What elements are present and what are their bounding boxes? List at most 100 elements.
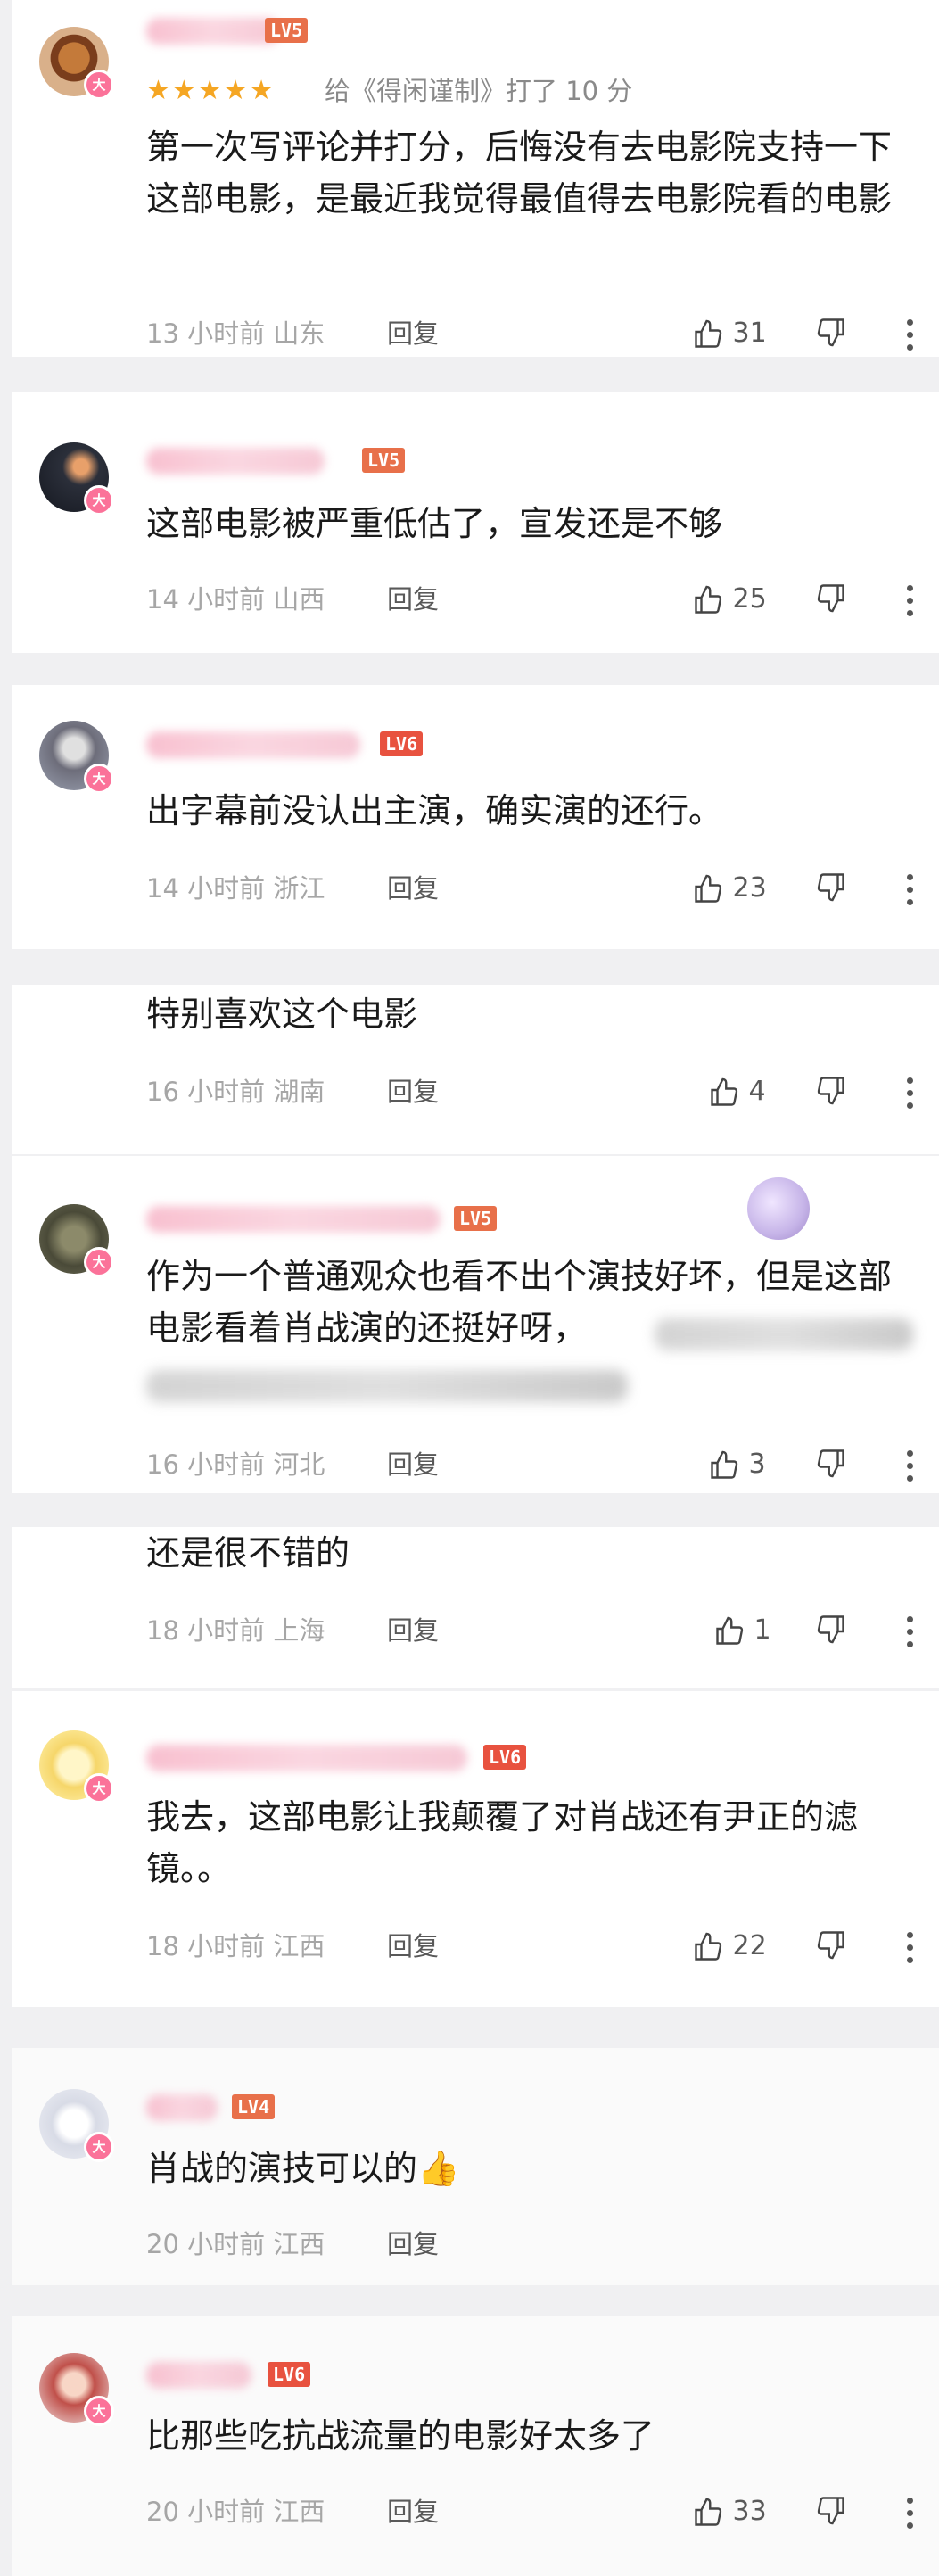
username-blurred[interactable]	[146, 731, 360, 758]
avatar[interactable]: 大	[39, 27, 114, 100]
vip-badge: 大	[84, 1247, 114, 1277]
vip-badge: 大	[84, 764, 114, 794]
comment-meta: 13 小时前 山东	[146, 318, 325, 349]
more-menu-button[interactable]	[907, 1450, 914, 1488]
level-badge: LV6	[268, 2362, 311, 2387]
like-button[interactable]: 25	[692, 582, 767, 617]
avatar[interactable]: 大	[39, 721, 114, 794]
vip-badge: 大	[84, 70, 114, 100]
comment-text: 特别喜欢这个电影	[146, 995, 418, 1034]
avatar[interactable]: 大	[39, 2089, 114, 2162]
reply-button[interactable]: 回复	[387, 1074, 439, 1110]
level-badge: LV5	[362, 448, 406, 473]
comment-meta: 14 小时前 浙江	[146, 873, 325, 904]
thumbs-down-icon	[817, 318, 844, 347]
comment-meta: 18 小时前 江西	[146, 1931, 325, 1961]
dislike-button[interactable]	[815, 582, 847, 614]
thumbs-down-icon	[817, 584, 844, 613]
like-count: 25	[732, 583, 767, 615]
level-badge: LV5	[265, 18, 309, 43]
username-blurred[interactable]	[146, 18, 280, 45]
decoration-sticker	[747, 1177, 810, 1240]
dislike-button[interactable]	[815, 2494, 847, 2526]
level-badge: LV5	[454, 1206, 498, 1231]
rating-stars: ★★★★★	[146, 75, 276, 106]
like-count: 31	[732, 318, 767, 349]
comment-card: 大 LV6 比那些吃抗战流量的电影好太多了 20 小时前 江西 回复 33	[12, 2316, 939, 2576]
vip-badge: 大	[84, 2132, 114, 2162]
comment-card: 特别喜欢这个电影 16 小时前 湖南 回复 4	[12, 985, 939, 1154]
avatar[interactable]: 大	[39, 2353, 114, 2426]
comment-text: 肖战的演技可以的👍	[146, 2149, 460, 2188]
username-blurred[interactable]	[146, 1745, 467, 1771]
reply-button[interactable]: 回复	[387, 316, 439, 351]
comment-text: 出字幕前没认出主演，确实演的还行。	[146, 791, 723, 830]
avatar[interactable]: 大	[39, 1204, 114, 1277]
thumbs-up-icon	[695, 874, 722, 903]
vip-badge: 大	[84, 485, 114, 516]
reply-button[interactable]: 回复	[387, 871, 439, 906]
comment-meta: 16 小时前 湖南	[146, 1077, 325, 1107]
rating-text: 给《得闲谨制》打了 10 分	[325, 76, 633, 106]
thumbs-down-icon	[817, 1931, 844, 1960]
more-menu-button[interactable]	[907, 1077, 914, 1115]
dislike-button[interactable]	[815, 1613, 847, 1645]
dislike-button[interactable]	[815, 1074, 847, 1106]
comment-meta: 18 小时前 上海	[146, 1615, 325, 1646]
more-menu-button[interactable]	[907, 585, 914, 623]
comment-text: 比那些吃抗战流量的电影好太多了	[146, 2416, 655, 2456]
reply-button[interactable]: 回复	[387, 2494, 439, 2530]
avatar[interactable]: 大	[39, 1730, 114, 1804]
username-blurred[interactable]	[146, 1206, 441, 1233]
like-button[interactable]: 4	[708, 1074, 766, 1110]
dislike-button[interactable]	[815, 1447, 847, 1479]
dislike-button[interactable]	[815, 871, 847, 903]
like-button[interactable]: 33	[692, 2494, 767, 2530]
comment-text: 我去，这部电影让我颠覆了对肖战还有尹正的滤镜。。	[146, 1797, 859, 1888]
thumbs-up-icon	[711, 1077, 738, 1106]
more-menu-button[interactable]	[907, 319, 914, 357]
like-count: 33	[732, 2496, 767, 2527]
like-count: 3	[748, 1449, 766, 1480]
username-blurred[interactable]	[146, 2094, 218, 2121]
reply-button[interactable]: 回复	[387, 1613, 439, 1648]
reply-button[interactable]: 回复	[387, 582, 439, 617]
more-menu-button[interactable]	[907, 874, 914, 912]
like-button[interactable]: 31	[692, 316, 767, 351]
dislike-button[interactable]	[815, 316, 847, 348]
blurred-text	[146, 1370, 628, 1402]
comment-text: 这部电影被严重低估了，宣发还是不够	[146, 504, 723, 543]
like-button[interactable]: 3	[708, 1447, 766, 1482]
username-blurred[interactable]	[146, 448, 325, 475]
comment-card: 大 LV4 肖战的演技可以的👍 20 小时前 江西 回复	[12, 2048, 939, 2285]
reply-button[interactable]: 回复	[387, 1447, 439, 1482]
username-blurred[interactable]	[146, 2362, 251, 2389]
like-button[interactable]: 23	[692, 871, 767, 906]
comment-meta: 20 小时前 江西	[146, 2497, 325, 2527]
more-menu-button[interactable]	[907, 1616, 914, 1654]
like-button[interactable]: 22	[692, 1928, 767, 1964]
dislike-button[interactable]	[815, 1928, 847, 1961]
like-button[interactable]: 1	[713, 1613, 771, 1648]
like-count: 23	[732, 872, 767, 904]
vip-badge: 大	[84, 1773, 114, 1804]
thumbs-up-icon	[695, 585, 722, 614]
comment-card: 还是很不错的 18 小时前 上海 回复 1	[12, 1527, 939, 1688]
comment-card: 大 LV6 我去，这部电影让我颠覆了对肖战还有尹正的滤镜。。 18 小时前 江西…	[12, 1691, 939, 2007]
reply-button[interactable]: 回复	[387, 1928, 439, 1964]
comment-meta: 20 小时前 江西	[146, 2229, 325, 2259]
more-menu-button[interactable]	[907, 1932, 914, 1969]
thumbs-down-icon	[817, 1449, 844, 1478]
comment-text: 还是很不错的	[146, 1533, 350, 1573]
thumbs-down-icon	[817, 873, 844, 902]
comment-card: 大 LV6 出字幕前没认出主演，确实演的还行。 14 小时前 浙江 回复 23	[12, 685, 939, 949]
avatar[interactable]: 大	[39, 442, 114, 516]
thumbs-up-icon	[716, 1616, 744, 1645]
more-menu-button[interactable]	[907, 2498, 914, 2535]
vip-badge: 大	[84, 2396, 114, 2426]
reply-button[interactable]: 回复	[387, 2226, 439, 2262]
thumbs-down-icon	[817, 2497, 844, 2525]
thumbs-up-icon	[695, 1932, 722, 1961]
level-badge: LV6	[380, 731, 424, 756]
like-count: 22	[732, 1930, 767, 1961]
